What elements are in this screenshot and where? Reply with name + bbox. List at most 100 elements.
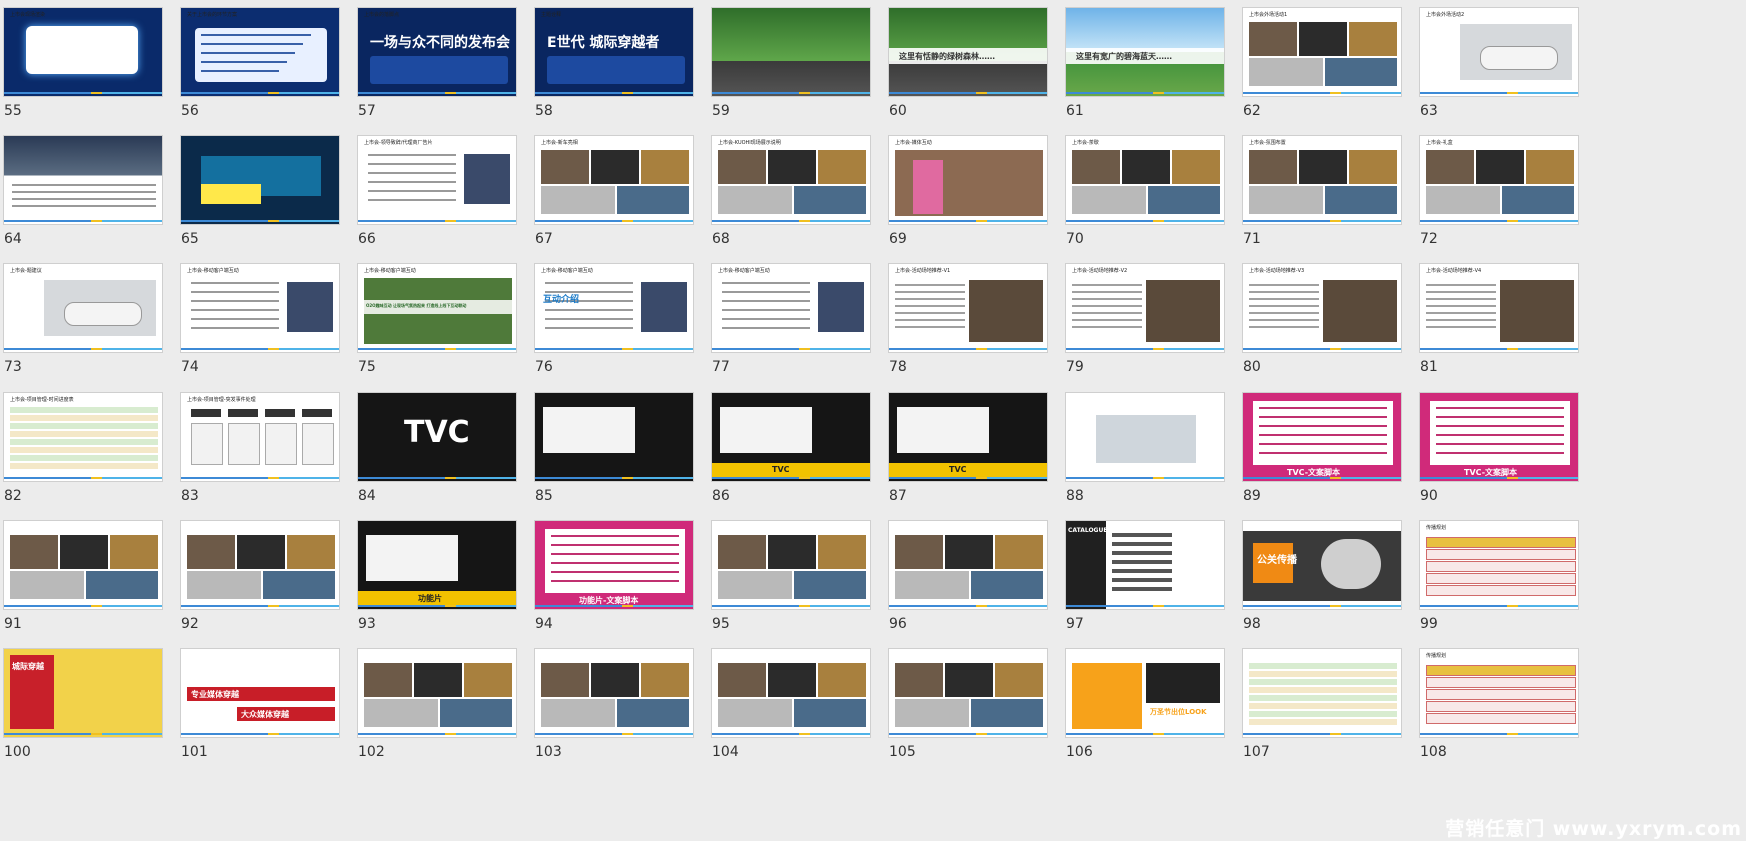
slide-thumbnail-item[interactable]: 104	[708, 641, 873, 776]
slide-preview[interactable]	[711, 648, 871, 738]
slide-thumbnail-item[interactable]: 上市会现场渲染 55	[0, 0, 165, 135]
slide-preview[interactable]: 一场与众不同的发布会 上市会的落脚点	[357, 7, 517, 97]
slide-preview[interactable]: 上市会-移动客户端互动	[711, 263, 871, 353]
slide-thumbnail-item[interactable]: 上市会-媒体互动 69	[885, 128, 1050, 263]
slide-preview[interactable]: 上市会-活动场地推荐-V1	[888, 263, 1048, 353]
slide-thumbnail-item[interactable]: 城际穿越 100	[0, 641, 165, 776]
slide-thumbnail-item[interactable]: 95	[708, 513, 873, 648]
slide-thumbnail-item[interactable]: TVC-文案脚本 89	[1239, 385, 1404, 520]
slide-thumbnail-item[interactable]: 上市会-KUOHI现场展示说明 68	[708, 128, 873, 263]
slide-preview[interactable]: 上市会-茶歇	[1065, 135, 1225, 225]
slide-thumbnail-item[interactable]: 102	[354, 641, 519, 776]
slide-preview[interactable]: 传播规划	[1419, 648, 1579, 738]
slide-preview[interactable]: 上市会-活动场地推荐-V2	[1065, 263, 1225, 353]
slide-thumbnail-item[interactable]: O2O趣味互动 让现场气氛热起来 打造线上线下互动联动 上市会-移动客户端互动 75	[354, 256, 519, 391]
slide-preview[interactable]	[1242, 648, 1402, 738]
slide-thumbnail-item[interactable]: 上市会-移动客户端互动 74	[177, 256, 342, 391]
slide-preview[interactable]: 上市会-项目管理-时间进度表	[3, 392, 163, 482]
slide-preview[interactable]: 专业媒体穿越 大众媒体穿越	[180, 648, 340, 738]
slide-preview[interactable]: 上市会-礼盒	[1419, 135, 1579, 225]
slide-thumbnail-item[interactable]: TVC-文案脚本 90	[1416, 385, 1581, 520]
slide-thumbnail-item[interactable]: 传播规划 99	[1416, 513, 1581, 648]
slide-thumbnail-item[interactable]: TVC 84	[354, 385, 519, 520]
slide-preview[interactable]	[357, 648, 517, 738]
slide-thumbnail-item[interactable]: 万圣节出位LOOK 106	[1062, 641, 1227, 776]
slide-preview[interactable]: 功能片-文案脚本	[534, 520, 694, 610]
slide-thumbnail-item[interactable]: 上市会外场活动2 63	[1416, 0, 1581, 135]
slide-preview[interactable]: 上市会-氛围布置	[1242, 135, 1402, 225]
slide-preview[interactable]: O2O趣味互动 让现场气氛热起来 打造线上线下互动联动 上市会-移动客户端互动	[357, 263, 517, 353]
slide-thumbnail-item[interactable]: 传播规划 108	[1416, 641, 1581, 776]
slide-preview[interactable]: 城际穿越	[3, 648, 163, 738]
slide-thumbnail-item[interactable]: 专业媒体穿越 大众媒体穿越 101	[177, 641, 342, 776]
slide-thumbnail-item[interactable]: 上市会-活动场地推荐-V4 81	[1416, 256, 1581, 391]
slide-thumbnail-item[interactable]: 一场与众不同的发布会 上市会的落脚点 57	[354, 0, 519, 135]
slide-preview[interactable]: 万圣节出位LOOK	[1065, 648, 1225, 738]
slide-thumbnail-item[interactable]: 92	[177, 513, 342, 648]
slide-preview[interactable]: 关于上市会的环节方案	[180, 7, 340, 97]
slide-thumbnail-item[interactable]: 这里有恬静的绿树森林…… 60	[885, 0, 1050, 135]
slide-thumbnail-item[interactable]: 互动介绍 上市会-移动客户端互动 76	[531, 256, 696, 391]
slide-preview[interactable]	[888, 520, 1048, 610]
slide-thumbnail-item[interactable]: 107	[1239, 641, 1404, 776]
slide-thumbnail-item[interactable]: 上市会-领导致辞/代理商厂告片 66	[354, 128, 519, 263]
slide-thumbnail-item[interactable]: 上市会-活动场地推荐-V2 79	[1062, 256, 1227, 391]
slide-thumbnail-item[interactable]: 功能片-文案脚本 94	[531, 513, 696, 648]
slide-preview[interactable]	[180, 135, 340, 225]
slide-thumbnail-item[interactable]: 64	[0, 128, 165, 263]
slide-thumbnail-item[interactable]: 88	[1062, 385, 1227, 520]
slide-preview[interactable]: 上市会-媒体互动	[888, 135, 1048, 225]
slide-preview[interactable]	[888, 648, 1048, 738]
slide-thumbnail-item[interactable]: 这里有宽广的碧海蓝天…… 61	[1062, 0, 1227, 135]
slide-thumbnail-item[interactable]: 公关传播 98	[1239, 513, 1404, 648]
slide-thumbnail-item[interactable]: 105	[885, 641, 1050, 776]
slide-thumbnail-item[interactable]: TVC 87	[885, 385, 1050, 520]
slide-thumbnail-item[interactable]: 功能片 93	[354, 513, 519, 648]
slide-preview[interactable]: 上市会-项目管理-突发事件处理	[180, 392, 340, 482]
slide-thumbnail-item[interactable]: 上市会-新车亮相 67	[531, 128, 696, 263]
slide-thumbnail-item[interactable]: 关于上市会的环节方案 56	[177, 0, 342, 135]
slide-preview[interactable]	[3, 135, 163, 225]
slide-preview[interactable]: 上市会现场渲染	[3, 7, 163, 97]
slide-thumbnail-item[interactable]: 上市会-茶歇 70	[1062, 128, 1227, 263]
slide-preview[interactable]: 上市会-领导致辞/代理商厂告片	[357, 135, 517, 225]
slide-thumbnail-item[interactable]: 上市会-项目管理-突发事件处理 83	[177, 385, 342, 520]
slide-preview[interactable]	[711, 520, 871, 610]
slide-preview[interactable]: 上市会外场活动1	[1242, 7, 1402, 97]
slide-preview[interactable]: 功能片	[357, 520, 517, 610]
slide-preview[interactable]: 上市会-活动场地推荐-V3	[1242, 263, 1402, 353]
slide-preview[interactable]	[1065, 392, 1225, 482]
slide-preview[interactable]: TVC-文案脚本	[1242, 392, 1402, 482]
slide-thumbnail-item[interactable]: 96	[885, 513, 1050, 648]
slide-thumbnail-item[interactable]: 91	[0, 513, 165, 648]
slide-preview[interactable]: TVC	[711, 392, 871, 482]
slide-preview[interactable]: E世代 城际穿越者 主题诠释	[534, 7, 694, 97]
slide-thumbnail-item[interactable]: 上市会-氛围布置 71	[1239, 128, 1404, 263]
slide-preview[interactable]	[180, 520, 340, 610]
slide-preview[interactable]	[711, 7, 871, 97]
slide-thumbnail-item[interactable]: 上市会-活动场地推荐-V1 78	[885, 256, 1050, 391]
slide-preview[interactable]: TVC-文案脚本	[1419, 392, 1579, 482]
slide-preview[interactable]: TVC	[888, 392, 1048, 482]
slide-thumbnail-item[interactable]: 上市会-移动客户端互动 77	[708, 256, 873, 391]
slide-thumbnail-item[interactable]: 59	[708, 0, 873, 135]
slide-preview[interactable]	[534, 648, 694, 738]
slide-preview[interactable]: 这里有宽广的碧海蓝天……	[1065, 7, 1225, 97]
slide-preview[interactable]	[3, 520, 163, 610]
slide-thumbnail-item[interactable]: 上市会外场活动1 62	[1239, 0, 1404, 135]
slide-preview[interactable]: CATALOGUE	[1065, 520, 1225, 610]
slide-thumbnail-item[interactable]: TVC 86	[708, 385, 873, 520]
slide-preview[interactable]: 上市会-活动场地推荐-V4	[1419, 263, 1579, 353]
slide-thumbnail-item[interactable]: 上市会-礼盒 72	[1416, 128, 1581, 263]
slide-preview[interactable]: TVC	[357, 392, 517, 482]
slide-preview[interactable]: 互动介绍 上市会-移动客户端互动	[534, 263, 694, 353]
slide-preview[interactable]: 上市会-新车亮相	[534, 135, 694, 225]
slide-preview[interactable]: 上市会外场活动2	[1419, 7, 1579, 97]
slide-thumbnail-item[interactable]: 103	[531, 641, 696, 776]
slide-thumbnail-item[interactable]: 85	[531, 385, 696, 520]
slide-preview[interactable]: 上市会-题建议	[3, 263, 163, 353]
slide-preview[interactable]: 上市会-KUOHI现场展示说明	[711, 135, 871, 225]
slide-preview[interactable]	[534, 392, 694, 482]
slide-preview[interactable]: 这里有恬静的绿树森林……	[888, 7, 1048, 97]
slide-thumbnail-item[interactable]: CATALOGUE 97	[1062, 513, 1227, 648]
